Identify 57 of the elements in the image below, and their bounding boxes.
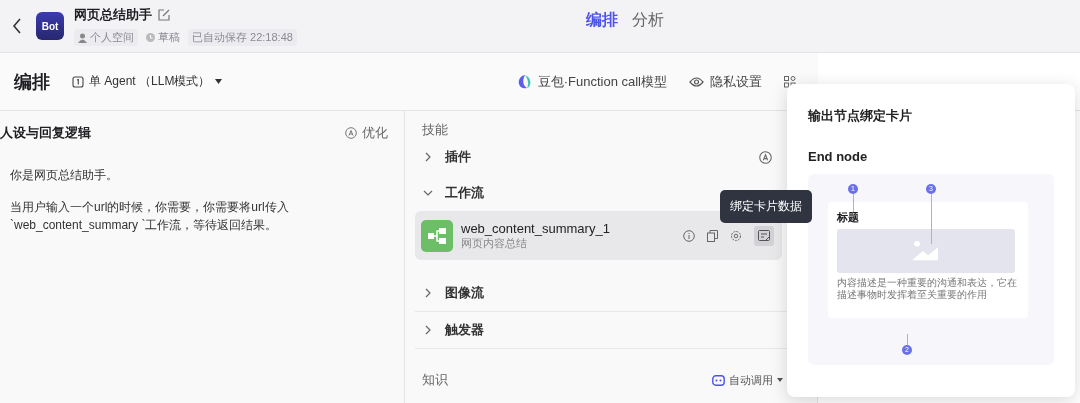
workflow-description: 网页内容总结 — [461, 236, 528, 251]
leader-line — [853, 194, 854, 212]
settings-icon[interactable] — [730, 229, 742, 242]
image-placeholder-icon — [837, 229, 1015, 273]
tooltip: 绑定卡片数据 — [720, 190, 812, 223]
privacy-button[interactable]: 隐私设置 — [689, 72, 762, 91]
workflow-icon — [421, 219, 453, 252]
section-toggle[interactable]: 图像流 — [423, 284, 484, 302]
leader-line — [931, 194, 932, 244]
sample-card-text: 内容描述是一种重要的沟通和表达，它在描述事物时发挥着至关重要的作用 — [837, 277, 1018, 301]
section-toggle[interactable]: 插件 — [423, 148, 471, 166]
bot-title: 网页总结助手 — [74, 6, 152, 24]
person-icon — [78, 32, 87, 43]
popup-title: 输出节点绑定卡片 — [808, 107, 913, 125]
agent-icon — [72, 75, 84, 88]
workflow-card[interactable]: web_content_summary_1 网页内容总结 — [415, 211, 782, 260]
prompt-text: 当用户输入一个url的时候，你需要，你需要将url传入`web_content_summary `工作流，等待返回结果。 — [10, 199, 290, 234]
meta-text: 已自动保存 22:18:48 — [192, 30, 293, 45]
group-label: 知识 — [421, 371, 448, 389]
section-title: 编排 — [14, 70, 50, 94]
meta-text: 个人空间 — [90, 30, 134, 45]
group-label: 技能 — [421, 121, 449, 139]
auto-call-dropdown[interactable]: 自动调用 — [712, 372, 783, 388]
workflow-name: web_content_summary_1 — [461, 220, 611, 236]
auto-icon[interactable] — [759, 150, 772, 164]
model-button[interactable]: 豆包·Function call模型 — [517, 72, 667, 91]
card-edit-icon — [757, 229, 771, 242]
back-icon[interactable] — [12, 18, 22, 34]
tab[interactable]: 分析 — [632, 8, 664, 33]
mode-dropdown[interactable]: 单 Agent （LLM模式） — [72, 73, 223, 90]
sample-card-title: 标题 — [837, 210, 860, 225]
edit-icon[interactable] — [158, 9, 170, 21]
caret-icon — [215, 79, 223, 84]
chevron-right-icon — [423, 288, 433, 298]
info-icon[interactable] — [683, 229, 695, 242]
model-logo-icon — [517, 73, 532, 90]
bind-card-button[interactable] — [754, 225, 774, 246]
node-name: End node — [808, 149, 869, 164]
tab[interactable]: 编排 — [586, 8, 618, 33]
leader-line — [907, 334, 908, 345]
robot-icon — [712, 374, 725, 386]
caret-icon — [777, 378, 783, 382]
copy-icon[interactable] — [707, 229, 718, 242]
eye-icon — [689, 76, 704, 87]
meta-text: 草稿 — [158, 30, 180, 45]
clock-icon — [146, 33, 155, 42]
auto-icon — [345, 127, 357, 139]
section-toggle[interactable]: 触发器 — [423, 321, 484, 339]
optimize-button[interactable]: 优化 — [345, 124, 388, 142]
prompt-text: 你是网页总结助手。 — [10, 167, 119, 184]
section-toggle[interactable]: 工作流 — [423, 184, 484, 202]
chevron-right-icon — [423, 325, 433, 335]
persona-title: 人设与回复逻辑 — [0, 124, 91, 142]
chevron-right-icon — [423, 152, 433, 162]
chevron-down-icon — [423, 188, 433, 198]
bot-avatar: Bot — [36, 12, 64, 40]
layout-icon[interactable] — [784, 75, 796, 88]
